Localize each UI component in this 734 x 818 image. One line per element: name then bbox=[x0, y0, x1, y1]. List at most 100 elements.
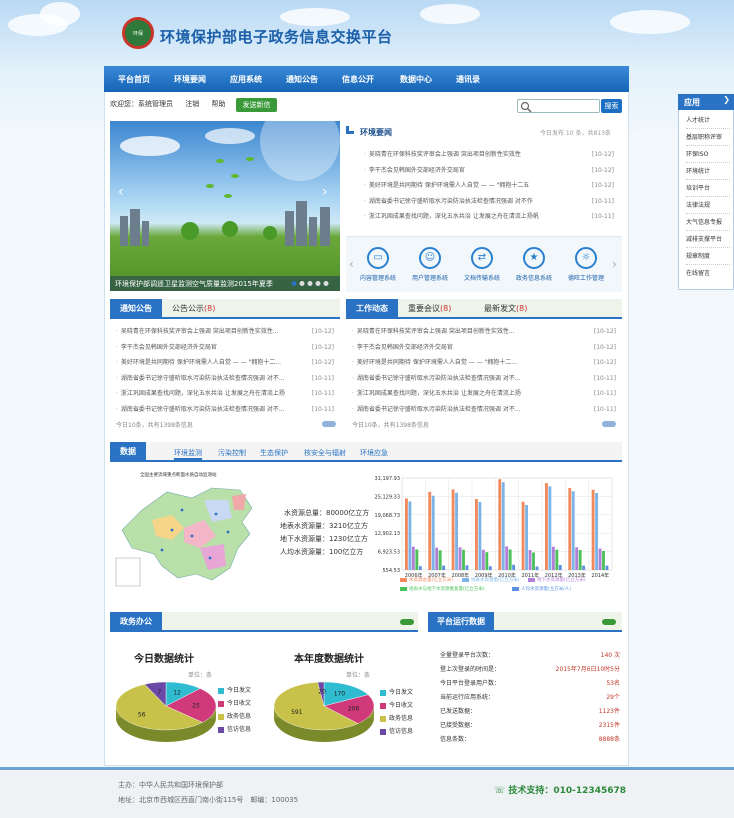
tab-announcement[interactable]: 公告公示(8) bbox=[172, 299, 215, 319]
gov-office-title[interactable]: 政务办公 bbox=[110, 612, 162, 632]
tab-documents[interactable]: 最新发文(8) bbox=[484, 299, 527, 319]
sidebar-item[interactable]: 基层职称评审 bbox=[686, 129, 730, 146]
china-map[interactable] bbox=[112, 470, 272, 595]
list-item[interactable]: 湖南省委书记徐守盛听取水污染防治执法检查情况强调 对不作[10-11] bbox=[364, 194, 614, 210]
env-news-title[interactable]: 环境要闻 bbox=[360, 127, 392, 138]
list-item[interactable]: 湖南省委书记徐守盛听取水污染防治执法检查情况强调 对不...[10-11] bbox=[116, 371, 334, 387]
quick-link-gov-info[interactable]: ★ 政务信息系统 bbox=[512, 247, 556, 282]
help-link[interactable]: 帮助 bbox=[211, 100, 225, 108]
banner-dots[interactable] bbox=[290, 280, 335, 287]
sidebar-item[interactable]: 大气信息专报 bbox=[686, 214, 730, 231]
tab-data[interactable]: 数据 bbox=[110, 442, 146, 462]
work-list: 吴晓青在环保科技奖评审会上强调 突出项目创新性实效性...[10-12] 李干杰… bbox=[352, 324, 616, 417]
bar bbox=[602, 550, 605, 570]
stat-per-capita: 人均水资源量：100亿立方 bbox=[280, 548, 364, 556]
more-button[interactable] bbox=[400, 619, 414, 625]
sidebar-item[interactable]: 培训平台 bbox=[686, 180, 730, 197]
list-item[interactable]: 李干杰会见韩国外交部经济外交局官[10-12] bbox=[364, 163, 614, 179]
sidebar-item[interactable]: 减排支撑平台 bbox=[686, 231, 730, 248]
list-item[interactable]: 李干杰会见韩国外交部经济外交局官[10-12] bbox=[116, 340, 334, 356]
year-pie-chart[interactable]: 170206 591 20 bbox=[272, 678, 376, 744]
bar bbox=[558, 565, 562, 570]
tab-meetings[interactable]: 重要会议(8) bbox=[408, 299, 451, 319]
tab-work[interactable]: 工作动态 bbox=[346, 299, 398, 319]
nav-env-news[interactable]: 环境要闻 bbox=[174, 74, 206, 85]
quick-link-work-mgmt[interactable]: ☼ 德旺工作管理 bbox=[564, 247, 608, 282]
cloud bbox=[280, 8, 350, 26]
nav-apps[interactable]: 应用系统 bbox=[230, 74, 262, 85]
tab-notice[interactable]: 通知公告 bbox=[110, 299, 162, 319]
list-item[interactable]: 李干杰会见韩国外交部经济外交局官[10-12] bbox=[352, 340, 616, 356]
tab-pollution[interactable]: 污染控制 bbox=[218, 448, 246, 458]
list-item[interactable]: 吴晓青在环保科技奖评审会上强调 突出项目创新性实效性...[10-12] bbox=[352, 324, 616, 340]
logout-link[interactable]: 注销 bbox=[185, 100, 199, 108]
nav-data-center[interactable]: 数据中心 bbox=[400, 74, 432, 85]
legend-item: 水资源总量(亿立方米) bbox=[400, 577, 453, 583]
tab-ecology[interactable]: 生态保护 bbox=[260, 448, 288, 458]
banner-next-arrow: › bbox=[322, 184, 328, 200]
list-item[interactable]: 湖南省委书记徐守盛听取水污染防治执法检查情况强调 对不...[10-11] bbox=[116, 402, 334, 418]
list-item[interactable]: 美好环境是共同期待 保护环境需人人自觉 — — "拥抱十二...[10-12] bbox=[116, 355, 334, 371]
sidebar-item[interactable]: 环境统计 bbox=[686, 163, 730, 180]
bar bbox=[595, 493, 598, 570]
quick-link-user-mgmt[interactable]: ☺ 用户管理系统 bbox=[408, 247, 452, 282]
platform-row: 当前运行应用系统： 29个 bbox=[440, 694, 620, 701]
phone-icon: ☏ bbox=[494, 786, 509, 796]
list-item[interactable]: 浙江巩固成果查找问题，深化五水共治 让发展之舟在清流上扬[10-11] bbox=[352, 386, 616, 402]
water-resources-bar-chart[interactable]: 554.53 6,923.53 12,902.13 19,068.73 25,129.3… bbox=[372, 472, 616, 594]
gov-office-bar: 政务办公 bbox=[110, 612, 418, 632]
sidebar-item[interactable]: 在线留言 bbox=[686, 265, 730, 282]
today-pie-chart[interactable]: 12 25 56 7 bbox=[114, 678, 218, 744]
nav-contacts[interactable]: 通讯录 bbox=[456, 74, 480, 85]
cloud bbox=[610, 10, 690, 34]
bar bbox=[532, 552, 535, 570]
tab-env-monitor[interactable]: 环境监测 bbox=[174, 448, 202, 460]
quick-link-content-mgmt[interactable]: ▭ 内容管理系统 bbox=[356, 247, 400, 282]
y-tick-label: 31,197.93 bbox=[375, 476, 400, 482]
more-button[interactable] bbox=[602, 421, 616, 427]
banner-prev-arrow: ‹ bbox=[118, 184, 124, 200]
nav-home[interactable]: 平台首页 bbox=[118, 74, 150, 85]
list-item[interactable]: 湖南省委书记徐守盛听取水污染防治执法检查情况强调 对不...[10-11] bbox=[352, 402, 616, 418]
banner-caption-text: 环境保护部调遥卫星监测空气质量监测2015年夏季 bbox=[115, 280, 273, 288]
bar bbox=[591, 489, 595, 570]
bar bbox=[481, 549, 485, 570]
sidebar-title[interactable]: 应用 ❯ bbox=[678, 94, 734, 110]
bar bbox=[568, 487, 572, 570]
env-news-meta: 今日发布 10 条，共813条 bbox=[540, 130, 611, 137]
send-message-button[interactable]: 发送新信 bbox=[236, 98, 277, 112]
bar bbox=[501, 482, 505, 570]
search-input[interactable] bbox=[517, 99, 600, 113]
sidebar-item[interactable]: 人才统计 bbox=[686, 112, 730, 129]
list-item[interactable]: 浙江巩固成果查找问题，深化五水共治 让发展之舟在清流上扬[10-11] bbox=[116, 386, 334, 402]
pie-value-label: 206 bbox=[348, 705, 360, 712]
bar bbox=[508, 549, 512, 570]
sidebar-item[interactable]: 规章制度 bbox=[686, 248, 730, 265]
pie-value-label: 25 bbox=[192, 703, 200, 710]
bar bbox=[405, 498, 408, 570]
nav-notices[interactable]: 通知公告 bbox=[286, 74, 318, 85]
bar bbox=[451, 489, 455, 570]
tab-nuclear[interactable]: 核安全与辐射 bbox=[304, 448, 346, 458]
quick-prev-arrow[interactable]: ‹ bbox=[349, 257, 354, 271]
platform-row: 信息条数： 8888条 bbox=[440, 736, 620, 743]
list-item[interactable]: 吴晓青在环保科技奖评审会上强调 突出项目创新性实效性...[10-12] bbox=[116, 324, 334, 340]
platform-title[interactable]: 平台运行数据 bbox=[428, 612, 494, 632]
sidebar-item[interactable]: 法律法规 bbox=[686, 197, 730, 214]
search-button[interactable]: 搜索 bbox=[601, 99, 622, 113]
list-item[interactable]: 湖南省委书记徐守盛听取水污染防治执法检查情况强调 对不...[10-11] bbox=[352, 371, 616, 387]
list-item[interactable]: 美好环境是共同期待 保护环境需人人自觉 — — "拥抱十二...[10-12] bbox=[352, 355, 616, 371]
list-item[interactable]: 吴晓青在环保科技奖评审会上强调 突出项目创新性实效性[10-12] bbox=[364, 147, 614, 163]
tab-emergency[interactable]: 环境应急 bbox=[360, 448, 388, 458]
nav-info-public[interactable]: 信息公开 bbox=[342, 74, 374, 85]
quick-next-arrow[interactable]: › bbox=[612, 257, 617, 271]
quick-link-doc-transfer[interactable]: ⇄ 文档传输系统 bbox=[460, 247, 504, 282]
more-button[interactable] bbox=[322, 421, 336, 427]
list-item[interactable]: 美好环境是共同期待 保护环境需人人自觉 — — "拥抱十二五[10-12] bbox=[364, 178, 614, 194]
bar bbox=[598, 548, 602, 570]
banner-image[interactable]: ‹ › bbox=[110, 121, 340, 291]
more-button[interactable] bbox=[602, 619, 616, 625]
arrow-icon bbox=[346, 126, 354, 134]
sidebar-item[interactable]: 环保ISO bbox=[686, 146, 730, 163]
list-item[interactable]: 浙江巩固成果查找问题，深化五水共治 让发展之舟在清流上扬帆[10-11] bbox=[364, 209, 614, 225]
